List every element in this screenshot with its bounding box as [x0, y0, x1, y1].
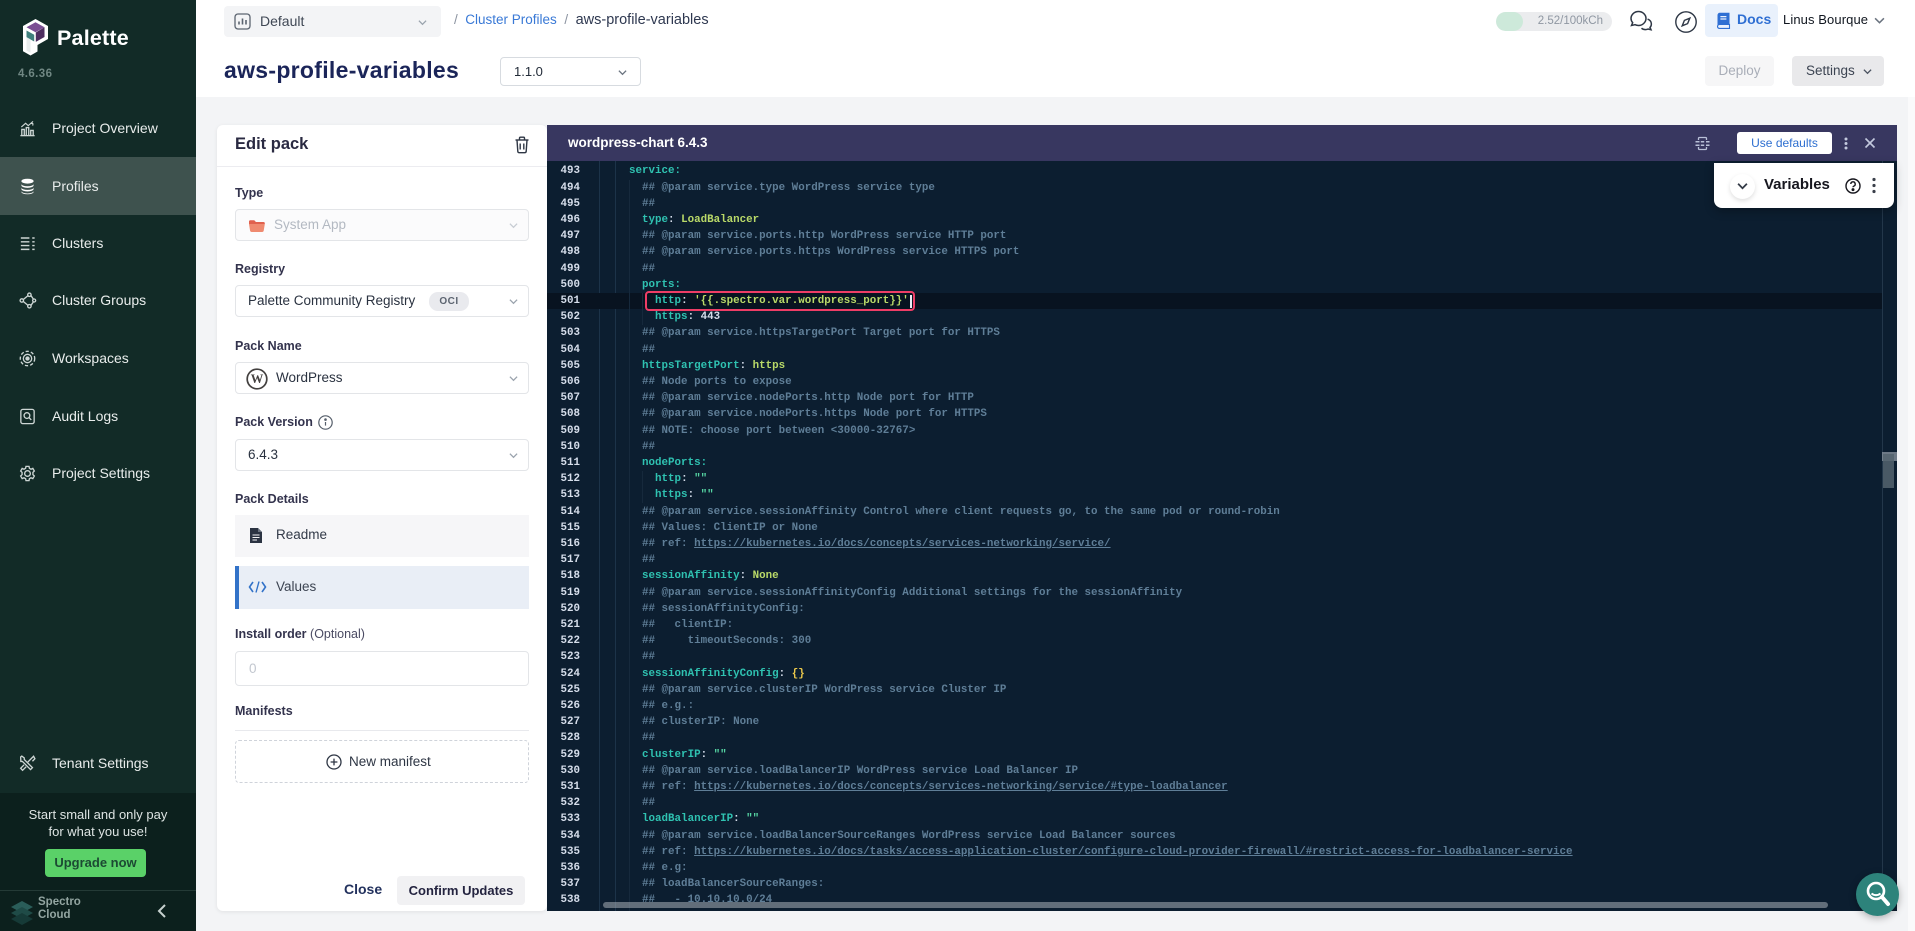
svg-text:W: W: [251, 372, 264, 386]
